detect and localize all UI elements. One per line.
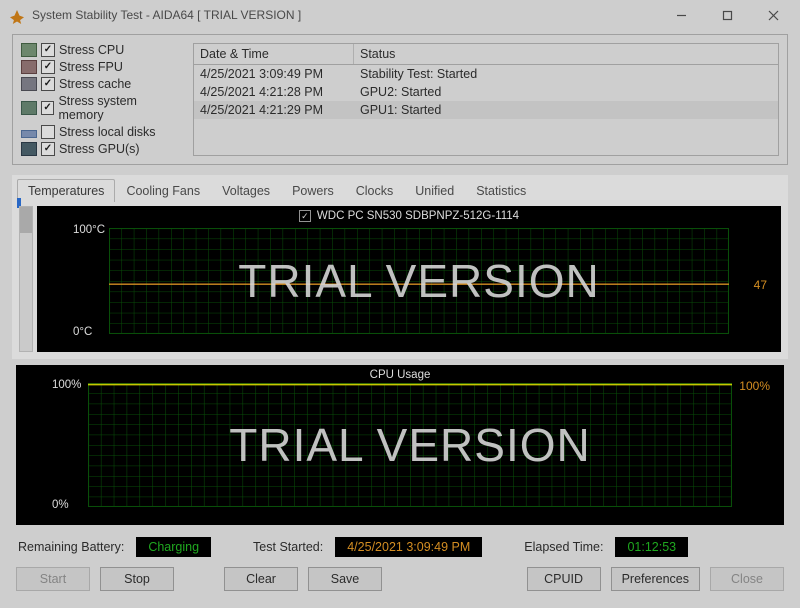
stress-cpu-label: Stress CPU — [59, 43, 124, 57]
started-label: Test Started: — [253, 540, 323, 554]
cell-status: Stability Test: Started — [354, 65, 778, 83]
stress-fpu-label: Stress FPU — [59, 60, 123, 74]
table-row — [194, 133, 778, 147]
table-row[interactable]: 4/25/2021 4:21:28 PM GPU2: Started — [194, 83, 778, 101]
button-row: Start Stop Clear Save CPUID Preferences … — [12, 567, 788, 597]
stress-options: Stress CPU Stress FPU Stress cache Stres… — [21, 43, 183, 156]
stop-button[interactable]: Stop — [100, 567, 174, 591]
current-value: 47 — [754, 278, 767, 292]
tab-powers[interactable]: Powers — [281, 179, 345, 202]
stress-memory-label: Stress system memory — [58, 94, 183, 122]
window-title: System Stability Test - AIDA64 [ TRIAL V… — [32, 8, 301, 22]
col-status[interactable]: Status — [354, 44, 778, 64]
preferences-button[interactable]: Preferences — [611, 567, 700, 591]
save-button[interactable]: Save — [308, 567, 382, 591]
series-label: WDC PC SN530 SDBPNPZ-512G-1114 — [317, 210, 519, 222]
stress-gpu-checkbox[interactable] — [41, 142, 55, 156]
stress-gpu-label: Stress GPU(s) — [59, 142, 140, 156]
close-dialog-button: Close — [710, 567, 784, 591]
temperature-chart: WDC PC SN530 SDBPNPZ-512G-1114 100°C 0°C… — [37, 206, 781, 352]
stress-disks-checkbox[interactable] — [41, 125, 55, 139]
elapsed-value: 01:12:53 — [615, 537, 688, 557]
stress-cpu-row[interactable]: Stress CPU — [21, 43, 183, 57]
series-checkbox[interactable] — [299, 210, 311, 222]
status-row: Remaining Battery: Charging Test Started… — [12, 537, 788, 557]
stress-fpu-checkbox[interactable] — [41, 60, 55, 74]
fpu-icon — [21, 60, 37, 74]
cpu-usage-chart: CPU Usage 100% 0% 100% TRIAL VERSIO — [16, 365, 784, 525]
clear-button[interactable]: Clear — [224, 567, 298, 591]
cell-datetime: 4/25/2021 4:21:29 PM — [194, 101, 354, 119]
cell-datetime: 4/25/2021 4:21:28 PM — [194, 83, 354, 101]
stress-memory-row[interactable]: Stress system memory — [21, 94, 183, 122]
disk-icon — [21, 130, 37, 138]
cell-status: GPU1: Started — [354, 101, 778, 119]
maximize-button[interactable] — [704, 0, 750, 30]
plot-svg — [109, 228, 729, 334]
current-value: 100% — [739, 379, 770, 393]
y-max-label: 100°C — [73, 224, 105, 236]
y-max-label: 100% — [52, 379, 81, 391]
stress-disks-row[interactable]: Stress local disks — [21, 125, 183, 139]
start-button: Start — [16, 567, 90, 591]
titlebar: System Stability Test - AIDA64 [ TRIAL V… — [0, 0, 800, 30]
sensor-scrollbar[interactable] — [19, 206, 33, 352]
battery-value: Charging — [136, 537, 211, 557]
tab-temperatures[interactable]: Temperatures — [17, 179, 115, 202]
cpu-icon — [21, 43, 37, 57]
elapsed-label: Elapsed Time: — [524, 540, 603, 554]
col-datetime[interactable]: Date & Time — [194, 44, 354, 64]
event-log-header: Date & Time Status — [194, 44, 778, 65]
y-min-label: 0% — [52, 499, 69, 511]
cpu-chart-title: CPU Usage — [370, 369, 431, 381]
stress-disks-label: Stress local disks — [59, 125, 156, 139]
config-panel: Stress CPU Stress FPU Stress cache Stres… — [12, 34, 788, 165]
memory-icon — [21, 101, 37, 115]
table-row[interactable]: 4/25/2021 3:09:49 PM Stability Test: Sta… — [194, 65, 778, 83]
stress-memory-checkbox[interactable] — [41, 101, 55, 115]
tab-cooling-fans[interactable]: Cooling Fans — [115, 179, 211, 202]
close-button[interactable] — [750, 0, 796, 30]
table-row — [194, 119, 778, 133]
tab-statistics[interactable]: Statistics — [465, 179, 537, 202]
stress-gpu-row[interactable]: Stress GPU(s) — [21, 142, 183, 156]
plot-svg — [88, 383, 732, 507]
cell-status: GPU2: Started — [354, 83, 778, 101]
y-min-label: 0°C — [73, 326, 92, 338]
stress-cache-label: Stress cache — [59, 77, 131, 91]
stress-fpu-row[interactable]: Stress FPU — [21, 60, 183, 74]
app-icon — [8, 6, 26, 24]
tab-voltages[interactable]: Voltages — [211, 179, 281, 202]
table-row[interactable]: 4/25/2021 4:21:29 PM GPU1: Started — [194, 101, 778, 119]
gpu-icon — [21, 142, 37, 156]
battery-label: Remaining Battery: — [18, 540, 124, 554]
started-value: 4/25/2021 3:09:49 PM — [335, 537, 482, 557]
stress-cpu-checkbox[interactable] — [41, 43, 55, 57]
minimize-button[interactable] — [658, 0, 704, 30]
tab-unified[interactable]: Unified — [404, 179, 465, 202]
stress-cache-row[interactable]: Stress cache — [21, 77, 183, 91]
cell-datetime: 4/25/2021 3:09:49 PM — [194, 65, 354, 83]
stress-cache-checkbox[interactable] — [41, 77, 55, 91]
tab-strip: Temperatures Cooling Fans Voltages Power… — [13, 176, 787, 202]
tab-clocks[interactable]: Clocks — [345, 179, 405, 202]
event-log[interactable]: Date & Time Status 4/25/2021 3:09:49 PM … — [193, 43, 779, 156]
cache-icon — [21, 77, 37, 91]
monitor-panel: Temperatures Cooling Fans Voltages Power… — [12, 175, 788, 359]
cpuid-button[interactable]: CPUID — [527, 567, 601, 591]
